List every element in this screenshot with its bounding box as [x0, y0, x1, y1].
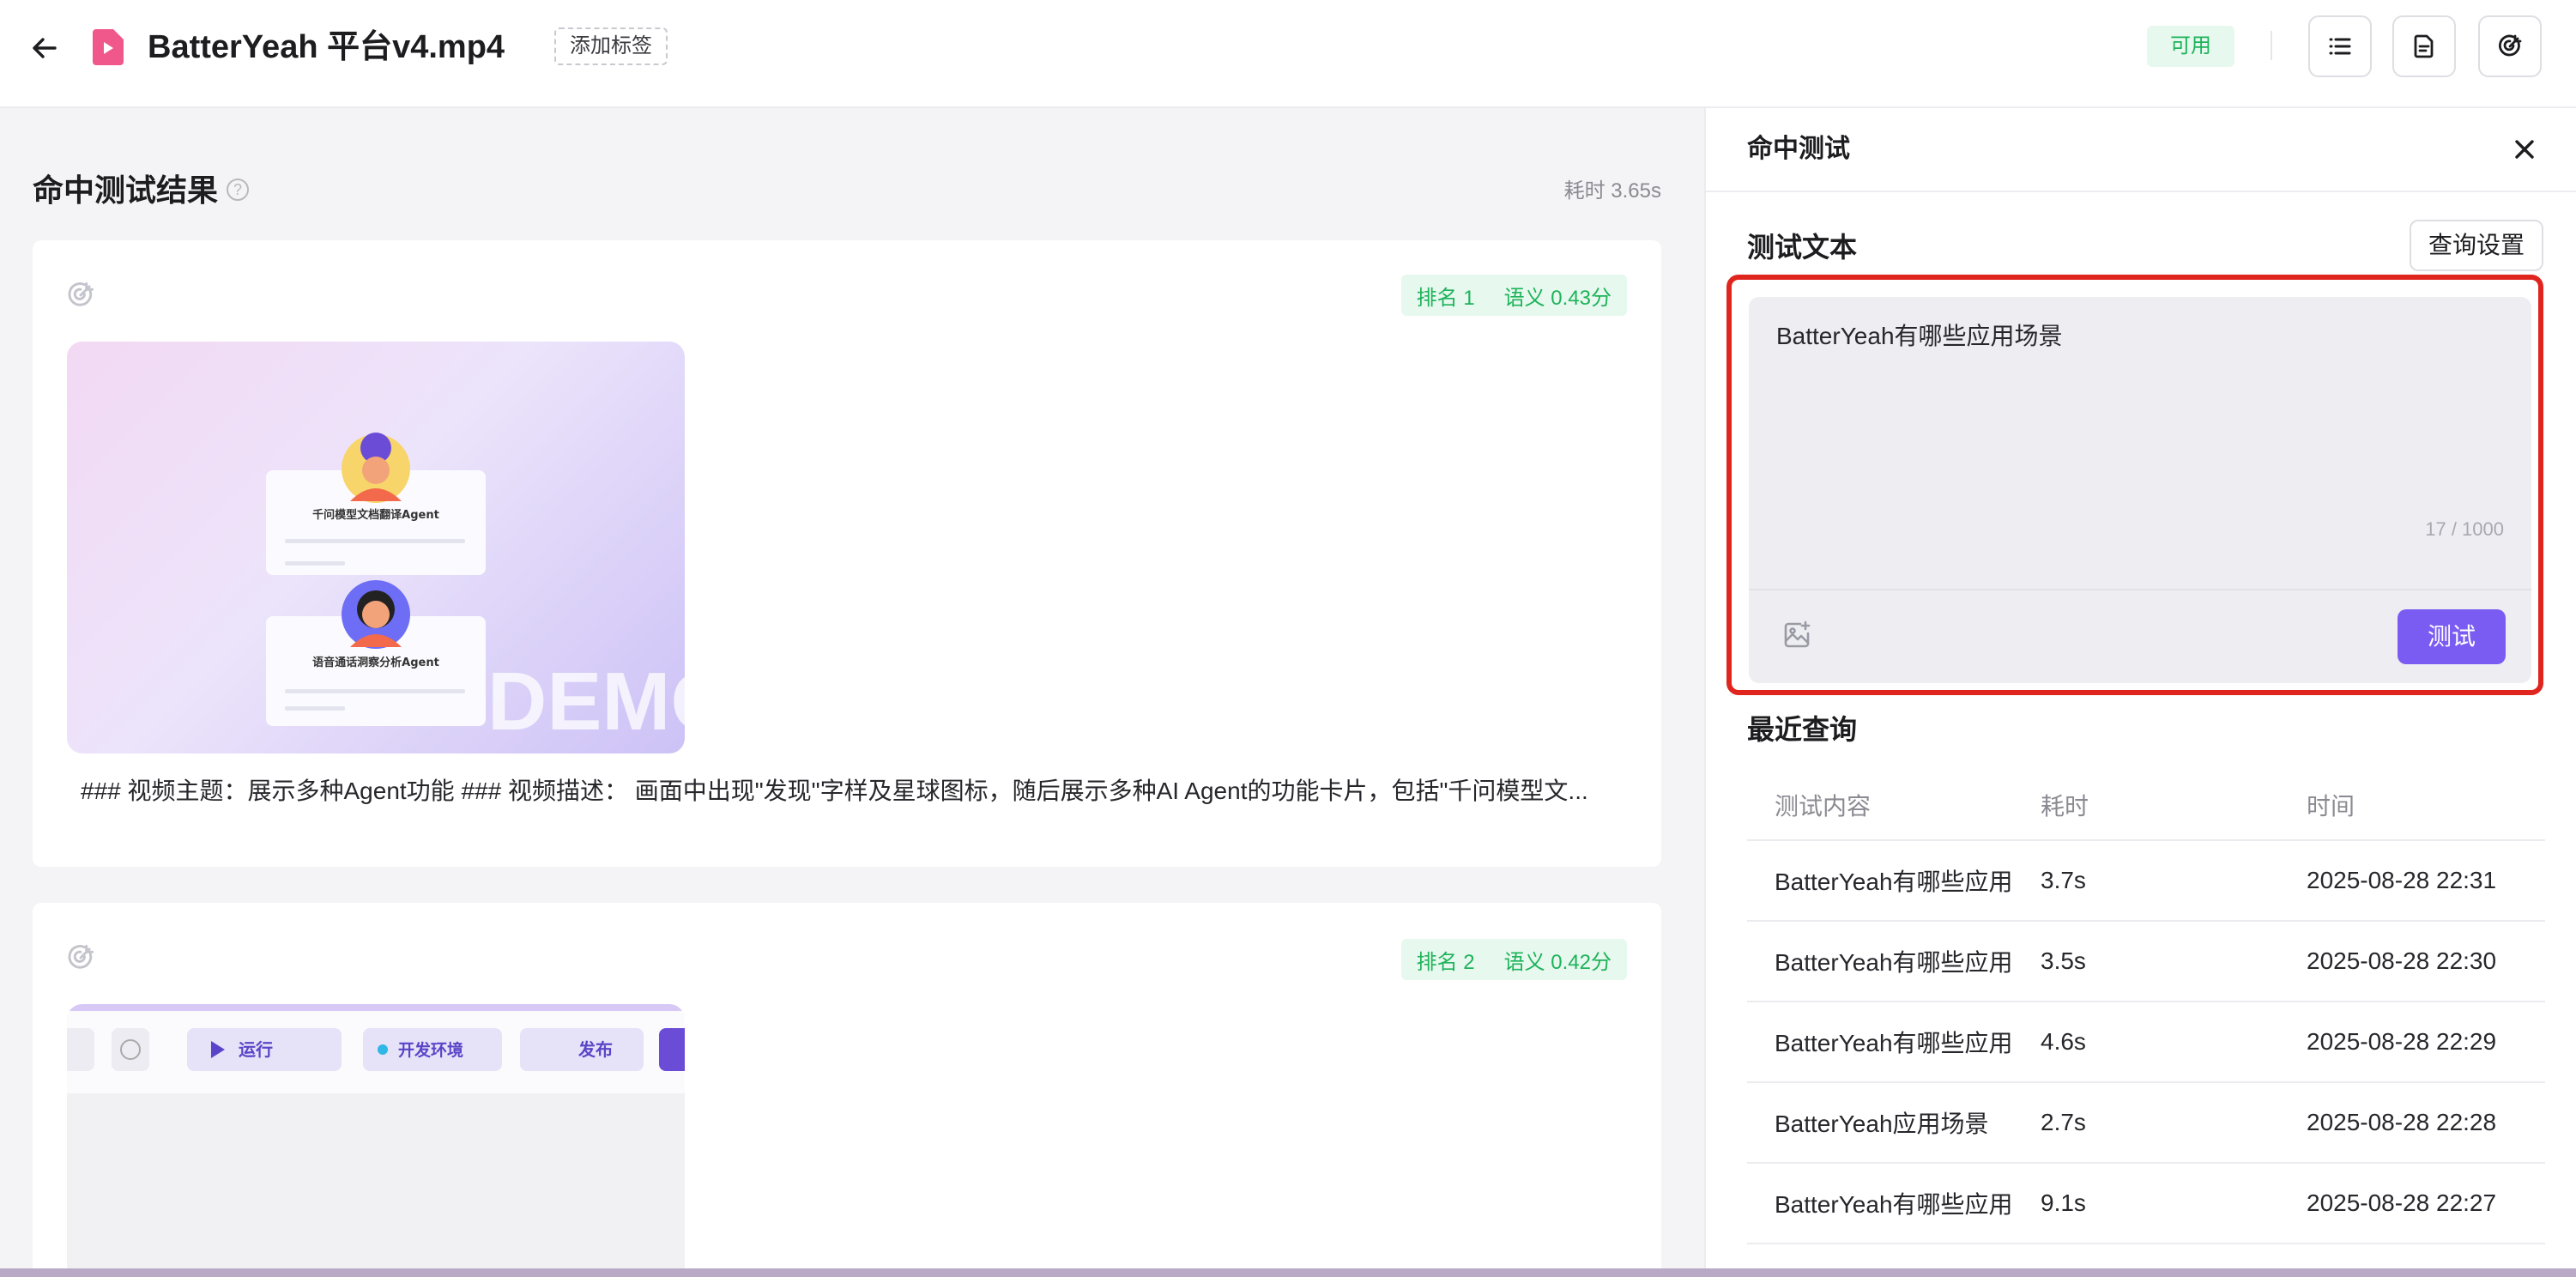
file-title: BatterYeah 平台v4.mp4: [148, 29, 505, 65]
rank-label: 排名 2: [1416, 950, 1475, 974]
query-content: BatterYeah有哪些应用: [1775, 1030, 2013, 1056]
panel-divider: [1706, 191, 2576, 192]
target-icon: [2499, 34, 2522, 57]
help-icon[interactable]: ?: [227, 179, 249, 201]
query-time: 2025-08-28 22:28: [2307, 1109, 2497, 1135]
thumb-env-label: 开发环境: [398, 1040, 463, 1060]
elapsed-time: 耗时 3.65s: [1563, 179, 1661, 203]
document-button[interactable]: [2392, 15, 2456, 77]
rank-score-badge: 排名 2 语义 0.42分: [1400, 939, 1627, 980]
thumbnail-illustration: 运行 开发环境 发布: [67, 1004, 685, 1277]
test-text-title: 测试文本: [1747, 232, 1858, 263]
query-duration: 3.5s: [2041, 947, 2086, 974]
thumb-run-label: 运行: [239, 1039, 273, 1060]
score-label: 语义 0.42分: [1503, 950, 1612, 974]
result-card[interactable]: 排名 1 语义 0.43分 千问模型文档翻译Agent 语音通话洞察分析Agen…: [33, 240, 1661, 867]
query-content: BatterYeah有哪些应用: [1775, 949, 2013, 976]
add-tag-button[interactable]: 添加标签: [554, 27, 668, 65]
query-duration: 4.6s: [2041, 1028, 2086, 1055]
query-time: 2025-08-28 22:29: [2307, 1028, 2497, 1055]
back-arrow-icon: [33, 38, 57, 58]
close-icon: [2515, 140, 2534, 159]
rank-score-badge: 排名 1 语义 0.43分: [1400, 275, 1627, 316]
recent-queries-table: 测试内容 耗时 时间 BatterYeah有哪些应用 3.7s 2025-08-…: [1747, 771, 2545, 1244]
rank-label: 排名 1: [1416, 286, 1475, 310]
list-icon: [2329, 38, 2351, 55]
thumb-card2-label: 语音通话洞察分析Agent: [312, 656, 439, 669]
recent-queries-title: 最近查询: [1747, 714, 1858, 745]
table-row[interactable]: BatterYeah有哪些应用 9.1s 2025-08-28 22:27: [1747, 1164, 2545, 1244]
thumb-watermark: DEMO: [487, 656, 685, 747]
status-badge: 可用: [2147, 26, 2234, 67]
panel-title: 命中测试: [1747, 135, 1850, 163]
results-title: 命中测试结果: [33, 172, 219, 208]
query-duration: 2.7s: [2041, 1109, 2086, 1135]
table-row[interactable]: BatterYeah应用场景 2.7s 2025-08-28 22:28: [1747, 1083, 2545, 1164]
query-time: 2025-08-28 22:30: [2307, 947, 2497, 974]
target-icon: [68, 282, 94, 306]
thumbnail-illustration: 千问模型文档翻译Agent 语音通话洞察分析Agent DEMO: [266, 433, 685, 747]
table-row[interactable]: BatterYeah有哪些应用 4.6s 2025-08-28 22:29: [1747, 1002, 2545, 1083]
video-thumbnail[interactable]: 千问模型文档翻译Agent 语音通话洞察分析Agent DEMO: [67, 342, 685, 753]
document-icon: [2414, 34, 2434, 58]
hit-test-panel: 命中测试 测试文本 查询设置 BatterYeah有哪些应用场景 17 / 10…: [1704, 108, 2576, 1277]
list-view-button[interactable]: [2308, 15, 2372, 77]
header-divider: [2271, 31, 2272, 60]
query-duration: 3.7s: [2041, 867, 2086, 893]
thumb-publish-label: 发布: [577, 1039, 613, 1060]
bottom-scrollbar[interactable]: [0, 1268, 2576, 1277]
query-content: BatterYeah有哪些应用: [1775, 1191, 2013, 1218]
top-header: BatterYeah 平台v4.mp4 添加标签 可用: [0, 0, 2576, 108]
hit-test-button[interactable]: [2478, 15, 2542, 77]
query-time: 2025-08-28 22:31: [2307, 867, 2497, 893]
thumb-card1-label: 千问模型文档翻译Agent: [312, 508, 439, 522]
target-icon: [68, 945, 94, 969]
query-time: 2025-08-28 22:27: [2307, 1189, 2497, 1216]
result-card[interactable]: 排名 2 语义 0.42分 运行 开发环境 发布: [33, 903, 1661, 1277]
table-row[interactable]: BatterYeah有哪些应用 3.5s 2025-08-28 22:30: [1747, 922, 2545, 1002]
score-label: 语义 0.43分: [1503, 286, 1612, 310]
highlight-box: [1726, 275, 2543, 695]
query-duration: 9.1s: [2041, 1189, 2086, 1216]
column-header: 测试内容: [1775, 793, 1872, 820]
column-header: 耗时: [2041, 793, 2089, 820]
column-header: 时间: [2307, 793, 2355, 820]
query-content: BatterYeah应用场景: [1775, 1111, 1989, 1137]
query-settings-button[interactable]: 查询设置: [2409, 220, 2543, 271]
query-content: BatterYeah有哪些应用: [1775, 868, 2013, 895]
back-button[interactable]: [26, 29, 63, 67]
close-button[interactable]: [2507, 132, 2542, 166]
result-description: ### 视频主题：展示多种Agent功能 ### 视频描述： 画面中出现"发现"…: [81, 778, 1588, 804]
table-header: 测试内容 耗时 时间: [1747, 771, 2545, 841]
video-file-icon: [93, 29, 124, 65]
table-row[interactable]: BatterYeah有哪些应用 3.7s 2025-08-28 22:31: [1747, 841, 2545, 922]
video-thumbnail[interactable]: 运行 开发环境 发布: [67, 1004, 685, 1277]
